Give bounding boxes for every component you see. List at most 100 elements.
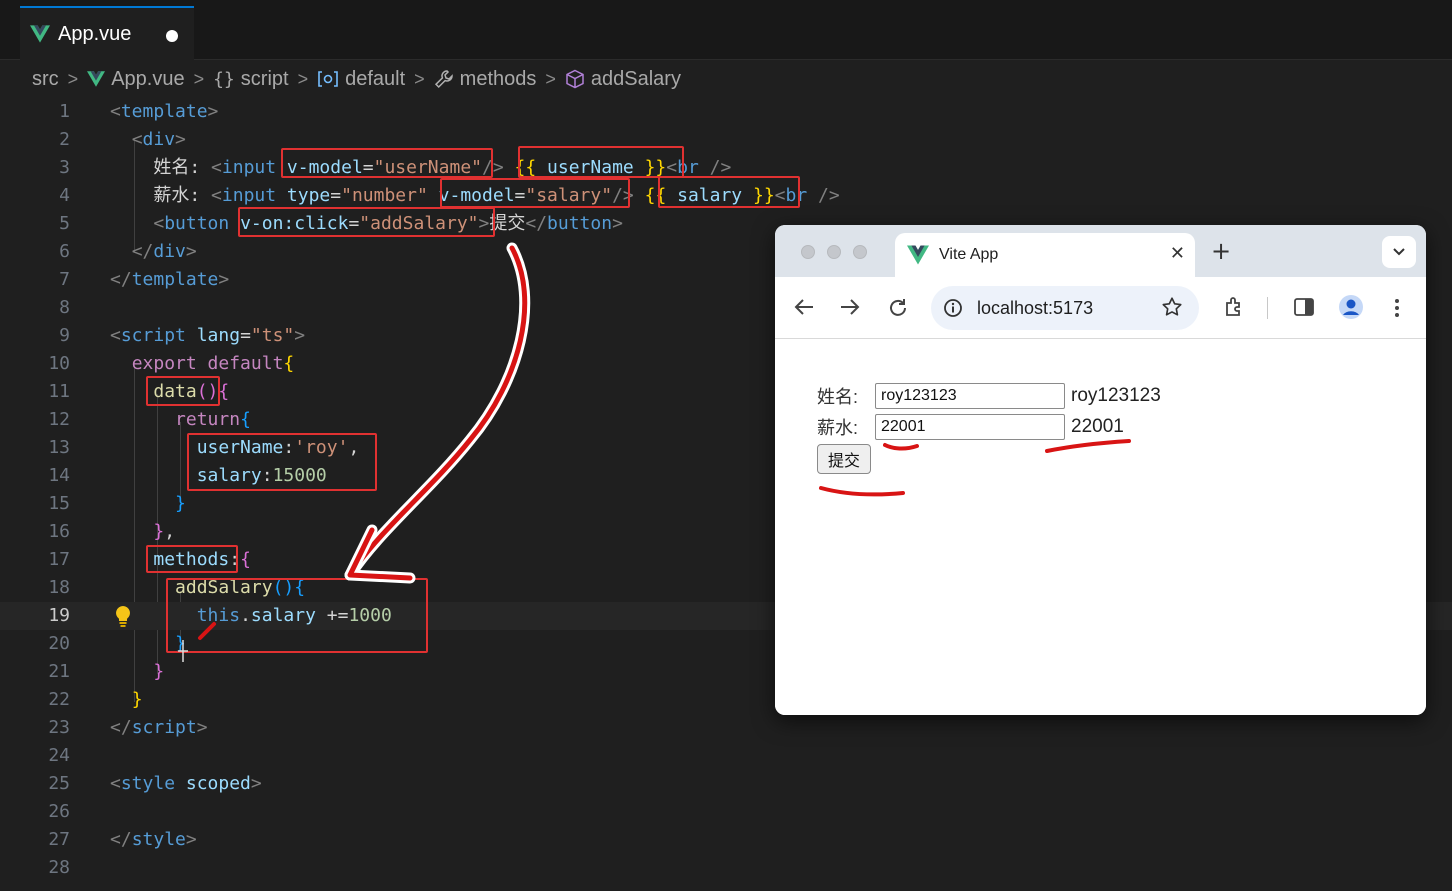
line-number: 16	[48, 521, 70, 542]
breadcrumb-default[interactable]: default	[317, 68, 405, 91]
breadcrumb-methods[interactable]: methods	[434, 68, 536, 91]
breadcrumb-src[interactable]: src	[32, 68, 59, 91]
code-line[interactable]: 27 </style>	[0, 826, 1452, 854]
name-label: 姓名:	[817, 387, 859, 407]
breadcrumb-label: addSalary	[590, 67, 681, 90]
code-text: <script lang="ts">	[110, 325, 306, 346]
line-number: 22	[48, 689, 70, 710]
window-minimize-dot-icon[interactable]	[827, 245, 841, 259]
vue-logo-icon	[907, 245, 929, 265]
code-text: </template>	[110, 269, 230, 290]
line-number: 2	[59, 129, 70, 150]
code-line[interactable]: 25 <style scoped>	[0, 770, 1452, 798]
braces-icon: {}	[213, 68, 235, 90]
code-text: }	[175, 493, 186, 514]
page-content: 姓名: roy123123 薪水: 22001 提交	[775, 339, 1426, 715]
submit-button[interactable]: 提交	[817, 444, 871, 474]
unsaved-dot-icon[interactable]	[166, 30, 178, 42]
window-close-dot-icon[interactable]	[801, 245, 815, 259]
line-number: 15	[48, 493, 70, 514]
chevron-right-icon: >	[297, 68, 309, 89]
line-number: 20	[48, 633, 70, 654]
code-text: </style>	[110, 829, 197, 850]
breadcrumb: src > App.vue > {} script > default > me…	[0, 60, 1452, 98]
side-panel-icon[interactable]	[1293, 297, 1315, 317]
code-text: <style scoped>	[110, 773, 262, 794]
name-row: 姓名: roy123123	[817, 383, 1161, 409]
line-number: 7	[59, 269, 70, 290]
line-number: 13	[48, 437, 70, 458]
line-number: 3	[59, 157, 70, 178]
line-number: 8	[59, 297, 70, 318]
browser-tab-title: Vite App	[939, 246, 999, 263]
salary-row: 薪水: 22001	[817, 414, 1124, 440]
chevron-right-icon: >	[545, 68, 556, 89]
bookmark-star-icon[interactable]	[1161, 296, 1183, 318]
url-text: localhost:5173	[977, 297, 1094, 318]
red-underline-mark	[883, 443, 919, 451]
browser-tab-vite-app[interactable]: Vite App ✕	[895, 233, 1195, 277]
salary-label: 薪水:	[817, 418, 859, 438]
code-line[interactable]: 1 <template>	[0, 98, 1452, 126]
wrench-icon	[434, 70, 453, 89]
new-tab-plus-icon[interactable]: +	[1211, 237, 1231, 265]
code-text: userName:'roy',	[196, 437, 360, 458]
code-line[interactable]: 3 姓名: <input v-model="userName"/> {{ use…	[0, 154, 1452, 182]
code-text: </div>	[131, 241, 197, 262]
browser-window: Vite App ✕ + localhost:5173 姓名: roy12312…	[775, 225, 1426, 715]
code-line[interactable]: 2 <div>	[0, 126, 1452, 154]
line-number: 17	[48, 549, 70, 570]
line-number: 21	[48, 661, 70, 682]
browser-toolbar: localhost:5173	[775, 277, 1426, 339]
browser-tab-strip: Vite App ✕ +	[775, 225, 1426, 277]
window-zoom-dot-icon[interactable]	[853, 245, 867, 259]
code-text: },	[153, 521, 176, 542]
tab-search-button[interactable]	[1382, 236, 1416, 268]
line-number: 14	[48, 465, 70, 486]
line-number: 23	[48, 717, 70, 738]
code-text: export default{	[131, 353, 295, 374]
code-text: <div>	[131, 129, 186, 150]
site-info-icon[interactable]	[943, 298, 963, 318]
breadcrumb-label: default	[345, 67, 406, 90]
editor-tab-app-vue[interactable]: App.vue	[20, 6, 194, 60]
extensions-puzzle-icon[interactable]	[1223, 296, 1245, 318]
line-number: 28	[48, 857, 70, 878]
lightbulb-icon[interactable]	[112, 604, 134, 628]
breadcrumb-script[interactable]: {} script	[213, 68, 288, 91]
code-text: this.salary +=1000	[196, 605, 392, 626]
code-text: </script>	[110, 717, 208, 738]
breadcrumb-addsalary[interactable]: addSalary	[565, 68, 681, 91]
reload-icon[interactable]	[887, 297, 909, 319]
line-number: 4	[59, 185, 70, 206]
profile-avatar-icon[interactable]	[1338, 294, 1364, 320]
line-number: 19	[48, 605, 70, 626]
name-input[interactable]	[875, 383, 1065, 409]
line-number: 26	[48, 801, 70, 822]
code-text: 薪水: <input type="number" v-model="salary…	[153, 185, 840, 206]
line-number: 5	[59, 213, 70, 234]
code-text: return{	[175, 409, 251, 430]
breadcrumb-app-vue[interactable]: App.vue	[87, 68, 185, 91]
cube-icon	[566, 69, 584, 89]
code-line[interactable]: 24	[0, 742, 1452, 770]
code-text: <button v-on:click="addSalary">提交</butto…	[153, 213, 623, 234]
code-line[interactable]: 28	[0, 854, 1452, 882]
salary-input[interactable]	[875, 414, 1065, 440]
code-text: methods:{	[153, 549, 251, 570]
code-line[interactable]: 23 </script>	[0, 714, 1452, 742]
address-bar[interactable]: localhost:5173	[931, 286, 1199, 330]
code-text: }	[153, 661, 165, 682]
line-number: 18	[48, 577, 70, 598]
line-number: 12	[48, 409, 70, 430]
back-arrow-icon[interactable]	[793, 297, 815, 317]
toolbar-divider	[1267, 297, 1268, 319]
code-line[interactable]: 26	[0, 798, 1452, 826]
more-menu-icon[interactable]	[1393, 297, 1401, 319]
name-echo: roy123123	[1071, 385, 1161, 406]
code-line[interactable]: 4 薪水: <input type="number" v-model="sala…	[0, 182, 1452, 210]
close-icon[interactable]: ✕	[1170, 243, 1185, 264]
breadcrumb-label: script	[240, 67, 289, 90]
forward-arrow-icon[interactable]	[839, 297, 861, 317]
vue-logo-icon	[87, 71, 106, 87]
